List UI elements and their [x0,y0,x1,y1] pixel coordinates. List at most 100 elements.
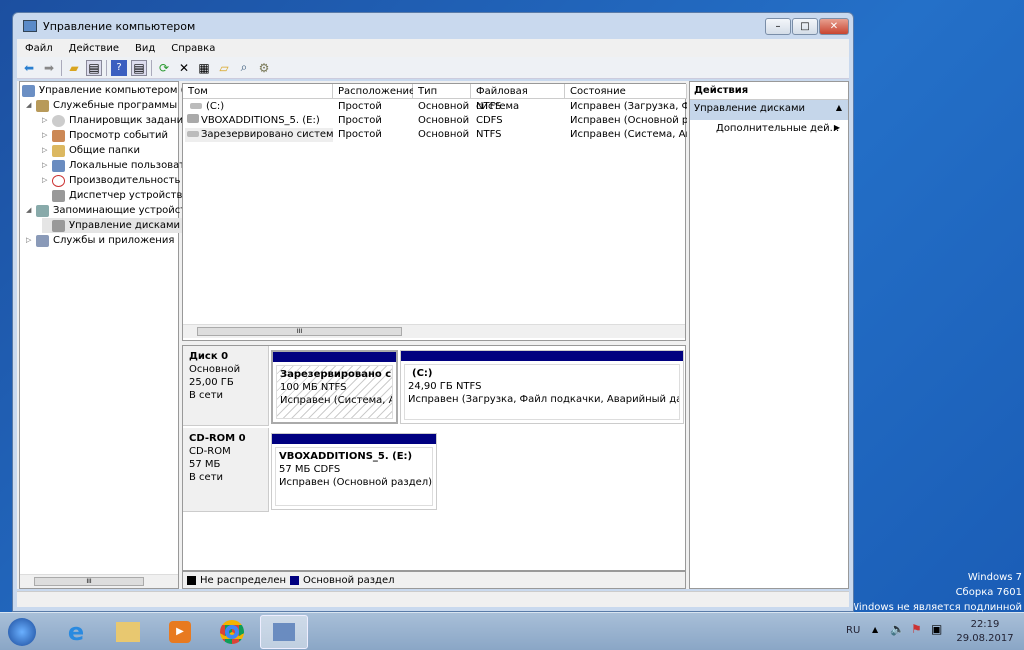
actions-section-disk-management[interactable]: Управление дисками ▲ [690,100,848,120]
title-bar[interactable]: Управление компьютером [13,13,853,39]
collapse-icon[interactable]: ◢ [26,98,36,113]
menu-help[interactable]: Справка [163,43,223,54]
volume-type: Основной [418,115,470,126]
users-icon [52,159,65,172]
primary-swatch [290,575,300,585]
performance-icon [52,174,65,187]
tree-item-device-manager[interactable]: Диспетчер устройств [42,188,182,203]
taskbar-explorer[interactable] [104,615,152,649]
partition-name: VBOXADDITIONS_5. (E:) [279,451,413,462]
volume-filesystem: NTFS [476,101,502,112]
partition-reserved[interactable]: Зарезервировано систе 100 МБ NTFS Исправ… [271,350,398,424]
tree-item-disk-management[interactable]: Управление дисками [42,218,185,233]
collapse-icon[interactable]: ◢ [26,203,36,218]
partition-c[interactable]: (C:) 24,90 ГБ NTFS Исправен (Загрузка, Ф… [400,350,684,424]
maximize-button[interactable]: □ [792,18,818,35]
folder-icon [116,622,140,642]
language-indicator[interactable]: RU [846,625,860,636]
volume-layout: Простой [338,129,382,140]
show-hide-action-icon[interactable]: ▤ [131,59,147,76]
partition-state: Исправен (Загрузка, Файл подкачки, Авари… [408,394,679,405]
expand-icon[interactable]: ▷ [42,143,52,158]
tree-item-computer-management[interactable]: Управление компьютером (л [22,83,191,98]
network-icon[interactable]: ▣ [931,622,942,636]
disk-0-label[interactable]: Диск 0 Основной 25,00 ГБ В сети [183,346,269,426]
tree-horizontal-scrollbar[interactable]: III [20,574,178,588]
menu-action[interactable]: Действие [61,43,127,54]
volume-status: Исправен (Система, Акти [570,129,687,140]
taskbar-computer-management[interactable] [260,615,308,649]
volume-status: Исправен (Загрузка, Фай [570,101,687,112]
os-build: Сборка 7601 [955,587,1022,598]
up-folder-icon[interactable]: ▰ [66,60,82,76]
taskbar-ie[interactable]: e [52,615,100,649]
tree-item-performance[interactable]: ▷ Производительность [42,173,180,188]
actions-title: Действия [690,82,848,100]
scroll-thumb[interactable]: III [34,577,144,586]
scroll-thumb[interactable]: III [197,327,402,336]
tree-item-shared-folders[interactable]: ▷ Общие папки [42,143,140,158]
partition-size: 100 МБ NTFS [280,382,347,393]
expand-icon[interactable]: ▷ [42,158,52,173]
settings-icon[interactable]: ⚙ [256,60,272,76]
tree-item-local-users[interactable]: ▷ Локальные пользовате [42,158,191,173]
expand-icon[interactable]: ▷ [42,173,52,188]
start-button[interactable] [0,615,44,649]
media-player-icon: ▶ [169,621,191,643]
disk-name: CD-ROM 0 [189,433,246,444]
taskbar-media-player[interactable]: ▶ [156,615,204,649]
disk-status: В сети [189,472,224,483]
tree-item-task-scheduler[interactable]: ▷ Планировщик заданий [42,113,190,128]
partition-state: Исправен (Основной раздел) [279,477,433,488]
action-center-flag-icon[interactable]: ⚑ [911,622,922,636]
taskbar-chrome[interactable] [208,615,256,649]
properties-icon[interactable]: ▦ [196,60,212,76]
menu-view[interactable]: Вид [127,43,163,54]
tree-item-services-apps[interactable]: ▷ Службы и приложения [26,233,174,248]
close-button[interactable]: ✕ [819,18,849,35]
delete-icon[interactable]: ✕ [176,60,192,76]
column-filesystem[interactable]: Файловая система [471,84,565,112]
column-volume[interactable]: Том [183,84,333,99]
tree-item-system-tools[interactable]: ◢ Служебные программы [26,98,177,113]
cdrom-0-label[interactable]: CD-ROM 0 CD-ROM 57 МБ В сети [183,428,269,512]
column-type[interactable]: Тип [413,84,471,99]
partition-name: Зарезервировано систе [280,369,392,380]
partition-info: Зарезервировано систе 100 МБ NTFS Исправ… [276,365,393,419]
partition-bar [401,351,683,361]
column-layout[interactable]: Расположение [333,84,415,99]
taskbar: e ▶ RU ▲ 🔈 ⚑ ▣ 22:19 29.08.2017 [0,612,1024,650]
menu-bar: Файл Действие Вид Справка [17,39,849,57]
partition-bar [273,352,396,362]
open-icon[interactable]: ▱ [216,60,232,76]
back-icon[interactable]: ⬅ [21,60,37,76]
expand-icon[interactable]: ▷ [42,128,52,143]
collapse-icon[interactable]: ▲ [836,103,842,112]
app-icon [23,20,37,32]
forward-icon[interactable]: ➡ [41,60,57,76]
volume-filesystem: CDFS [476,115,503,126]
help-icon[interactable]: ? [111,59,127,76]
partition-e[interactable]: VBOXADDITIONS_5. (E:) 57 МБ CDFS Исправе… [271,433,437,510]
clock[interactable]: 22:19 29.08.2017 [955,618,1015,646]
expand-icon[interactable]: ▷ [26,233,36,248]
clock-icon [52,114,65,127]
column-status[interactable]: Состояние [565,84,687,99]
volume-horizontal-scrollbar[interactable]: III [183,324,685,338]
expand-icon[interactable]: ▷ [42,113,52,128]
volume-type: Основной [418,129,470,140]
volume-icon[interactable]: 🔈 [890,622,905,636]
minimize-button[interactable]: – [765,18,791,35]
refresh-icon[interactable]: ⟳ [156,60,172,76]
actions-more[interactable]: Дополнительные дей... ▶ [690,120,848,137]
computer-management-icon [273,623,295,641]
tree-item-event-viewer[interactable]: ▷ Просмотр событий [42,128,168,143]
tree-item-storage[interactable]: ◢ Запоминающие устройст [26,203,186,218]
services-icon [36,234,49,247]
show-hidden-icons[interactable]: ▲ [872,625,878,634]
show-hide-tree-icon[interactable]: ▤ [86,59,102,76]
volume-name: Зарезервировано системой [185,128,333,142]
search-icon[interactable]: ⌕ [236,60,252,76]
menu-file[interactable]: Файл [17,43,61,54]
main-area: Управление компьютером (л ◢ Служебные про… [17,81,849,589]
